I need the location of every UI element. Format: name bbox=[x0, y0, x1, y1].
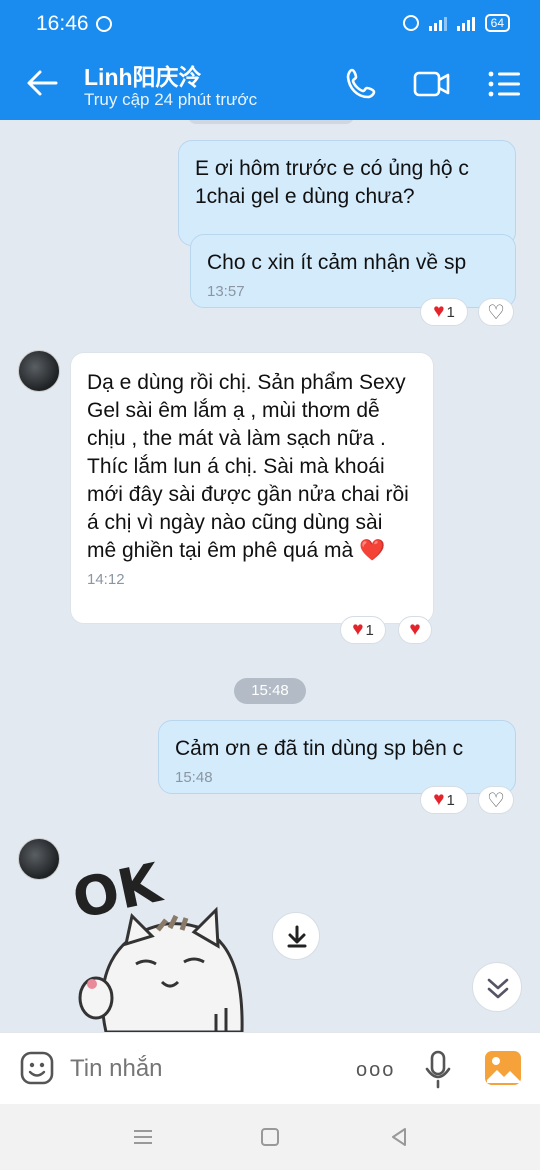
messenger-icon bbox=[96, 16, 112, 32]
message-text: Cho c xin ít cảm nhận về sp bbox=[207, 251, 467, 274]
heart-icon: ♥ bbox=[352, 619, 364, 640]
emoji-icon[interactable] bbox=[20, 1051, 54, 1085]
menu-icon[interactable] bbox=[484, 66, 524, 102]
chevron-double-down-icon bbox=[487, 978, 509, 999]
back-arrow-icon[interactable] bbox=[24, 66, 60, 100]
time-divider: 15:48 bbox=[234, 678, 306, 704]
alarm-icon bbox=[402, 15, 419, 31]
avatar[interactable] bbox=[18, 350, 60, 392]
message-time: 15:48 bbox=[175, 769, 213, 786]
heart-icon: ♥ bbox=[433, 301, 445, 322]
status-bar: 16:46 64 bbox=[0, 0, 540, 46]
ok-cat-sticker[interactable]: OK bbox=[66, 838, 266, 1032]
home-icon[interactable] bbox=[257, 1124, 283, 1150]
recent-apps-icon[interactable] bbox=[130, 1124, 156, 1150]
signal-icon bbox=[428, 15, 447, 31]
message-time: 14:12 bbox=[87, 571, 125, 588]
message-text: Dạ e dùng rồi chị. Sản phẩm Sexy Gel sài… bbox=[87, 371, 409, 562]
sticker-text: OK bbox=[67, 851, 168, 931]
message-input[interactable] bbox=[70, 1055, 330, 1083]
chat-area[interactable]: E ơi hôm trước e có ủng hộ c 1chai gel e… bbox=[0, 120, 540, 1032]
reaction-count[interactable]: ♥ 1 bbox=[340, 616, 386, 644]
avatar[interactable] bbox=[18, 838, 60, 880]
message-text: E ơi hôm trước e có ủng hộ c 1chai gel e… bbox=[195, 157, 469, 208]
react-button[interactable]: ♥ bbox=[398, 616, 432, 644]
back-nav-icon[interactable] bbox=[386, 1124, 412, 1150]
scroll-to-bottom-button[interactable] bbox=[472, 962, 522, 1012]
download-icon bbox=[287, 925, 307, 948]
reaction-count[interactable]: ♥ 1 bbox=[420, 786, 468, 814]
outgoing-message[interactable]: Cảm ơn e đã tin dùng sp bên c 15:48 bbox=[158, 720, 516, 794]
outgoing-message[interactable]: E ơi hôm trước e có ủng hộ c 1chai gel e… bbox=[178, 140, 516, 246]
heart-outline-icon: ♡ bbox=[487, 301, 505, 324]
image-icon[interactable] bbox=[484, 1050, 522, 1086]
react-button[interactable]: ♡ bbox=[478, 786, 514, 814]
phone-icon[interactable] bbox=[344, 66, 384, 102]
video-icon[interactable] bbox=[412, 66, 452, 102]
message-text: Cảm ơn e đã tin dùng sp bên c bbox=[175, 737, 464, 760]
chat-header: Linh阳庆泠 Truy cập 24 phút trước bbox=[0, 46, 540, 120]
download-button[interactable] bbox=[272, 912, 320, 960]
contact-name[interactable]: Linh阳庆泠 bbox=[84, 58, 202, 92]
heart-outline-icon: ♡ bbox=[487, 789, 505, 812]
previous-message-edge bbox=[188, 120, 354, 124]
more-options-button[interactable]: ooo bbox=[356, 1059, 395, 1082]
signal-2-icon bbox=[456, 15, 475, 31]
system-nav-bar bbox=[0, 1104, 540, 1170]
outgoing-message[interactable]: Cho c xin ít cảm nhận về sp 13:57 bbox=[190, 234, 516, 308]
reaction-count[interactable]: ♥ 1 bbox=[420, 298, 468, 326]
incoming-message[interactable]: Dạ e dùng rồi chị. Sản phẩm Sexy Gel sài… bbox=[70, 352, 434, 624]
battery-icon: 64 bbox=[484, 14, 510, 32]
react-button[interactable]: ♡ bbox=[478, 298, 514, 326]
mic-icon[interactable] bbox=[424, 1049, 452, 1089]
last-seen-status: Truy cập 24 phút trước bbox=[84, 90, 258, 109]
heart-icon: ♥ bbox=[433, 789, 445, 810]
message-composer: ooo bbox=[0, 1032, 540, 1104]
heart-icon: ♥ bbox=[409, 619, 421, 640]
status-time: 16:46 bbox=[36, 12, 89, 35]
